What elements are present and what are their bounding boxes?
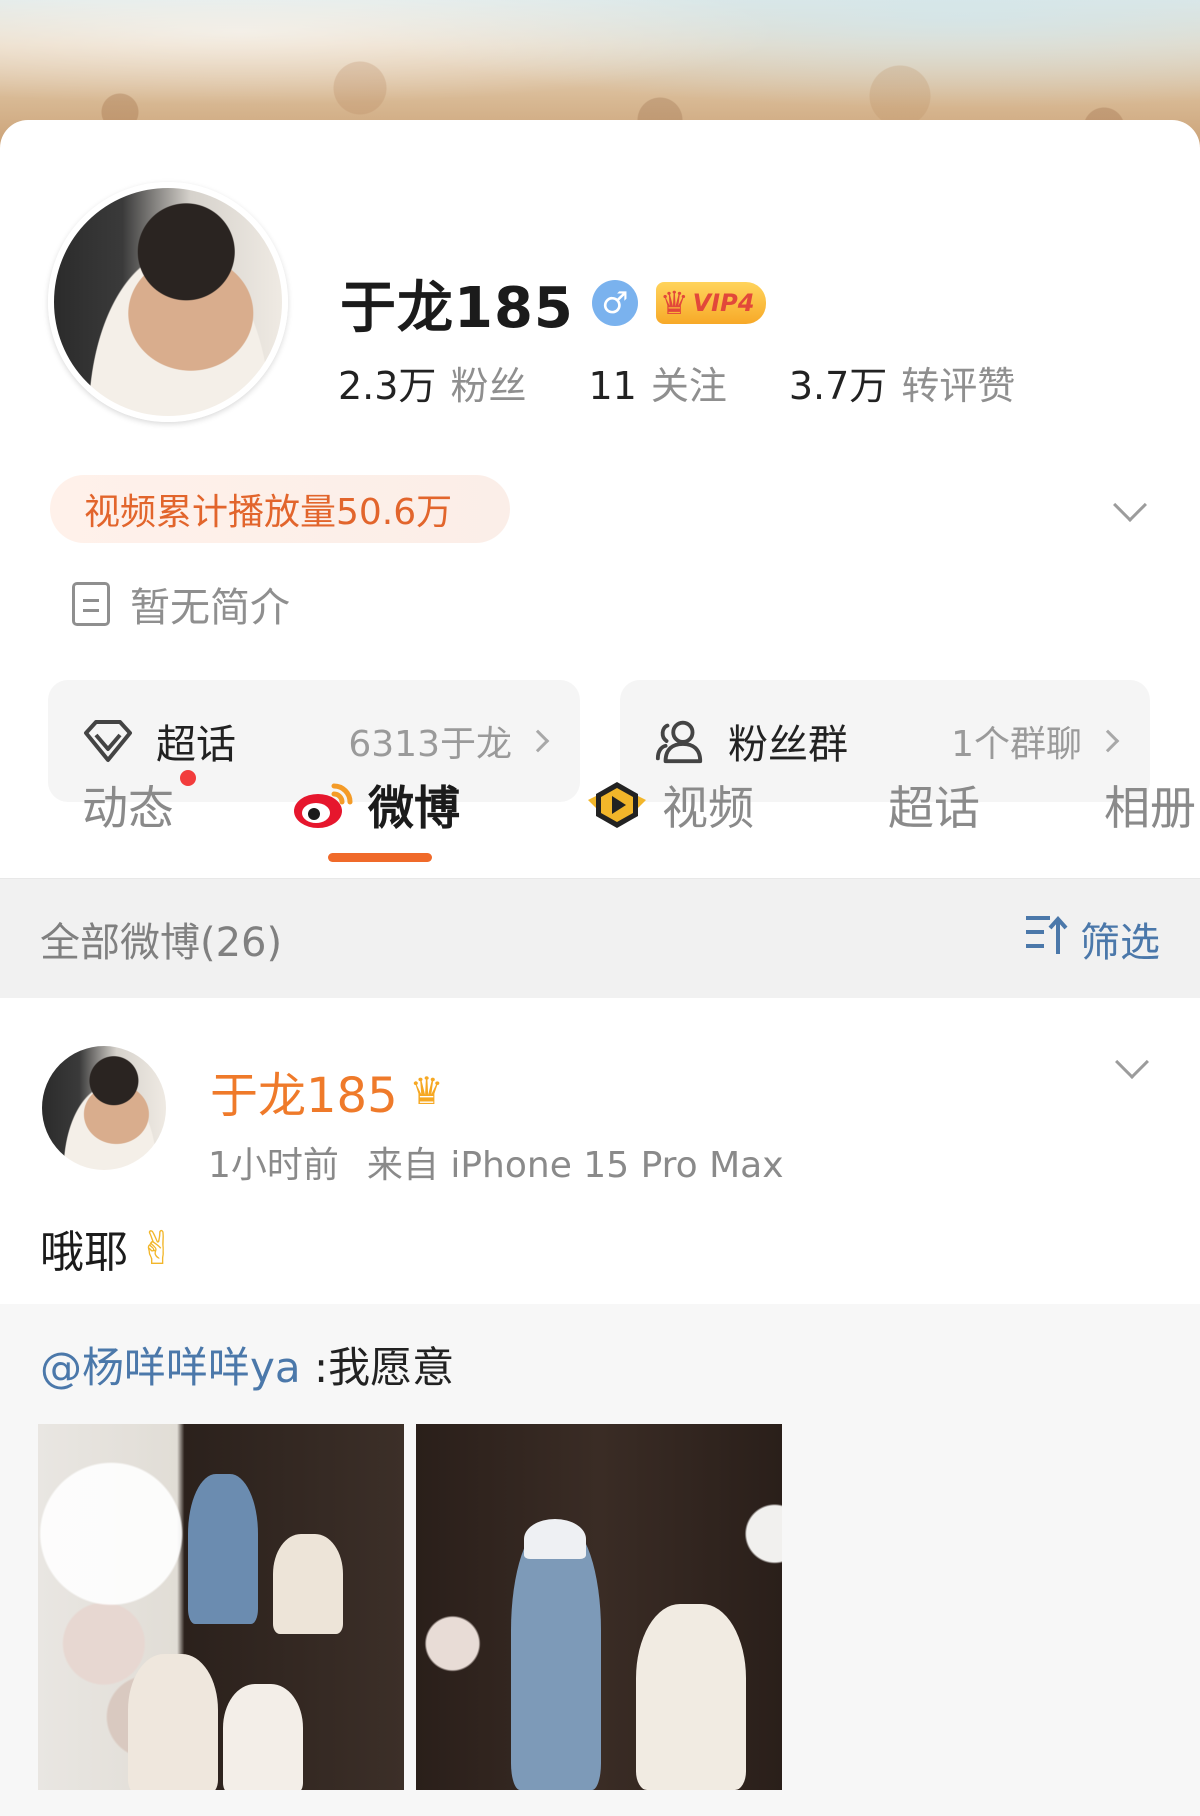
vip-badge[interactable]: ♛ VIP4 [655,282,767,324]
chevron-right-icon [526,729,550,753]
weibo-post[interactable]: 于龙185 ♛ 1小时前 来自 iPhone 15 Pro Max 哦耶 ✌ @杨… [0,998,1200,1816]
stat-label: 关注 [650,364,727,408]
stat-interactions[interactable]: 3.7万 转评赞 [789,355,1015,410]
post-text: 哦耶 [40,1227,128,1278]
tab-activity[interactable]: 动态 [82,760,174,850]
mention-link[interactable]: @杨咩咩咩ya [40,1343,301,1392]
stat-label: 粉丝 [450,364,527,408]
post-meta: 1小时前 来自 iPhone 15 Pro Max [208,1136,784,1188]
stat-value: 3.7万 [788,364,888,408]
chevron-down-icon [1115,1045,1149,1079]
filter-icon [1024,912,1070,966]
vip-crown-icon: ♛ [409,1069,444,1113]
tab-weibo[interactable]: 微博 [292,760,460,850]
repost-reference: @杨咩咩咩ya :我愿意 [40,1334,454,1395]
profile-avatar[interactable] [48,182,288,422]
image-figure [636,1604,746,1790]
stat-value: 11 [588,364,637,408]
tab-super-topic[interactable]: 超话 [888,760,980,850]
post-menu-button[interactable] [1115,1045,1149,1079]
tab-video[interactable]: 视频 [586,760,754,850]
profile-name: 于龙185 [340,275,574,341]
filter-label: 筛选 [1080,919,1160,966]
profile-tabs: 动态 微博 视频 超话 相册 [0,760,1200,880]
crown-icon: ♛ [659,284,689,322]
stat-following[interactable]: 11 关注 [588,355,726,410]
post-author[interactable]: 于龙185 ♛ [210,1056,444,1126]
post-source: 来自 iPhone 15 Pro Max [366,1145,784,1186]
post-image[interactable] [38,1424,404,1790]
chevron-down-icon [1113,488,1147,522]
victory-hand-icon: ✌ [138,1221,177,1275]
stat-label: 转评赞 [901,364,1016,408]
image-figure [273,1534,343,1634]
document-icon [72,582,110,626]
image-figure [511,1524,601,1790]
stat-value: 2.3万 [338,364,437,408]
tab-label: 视频 [662,781,754,835]
profile-stats: 2.3万 粉丝 11 关注 3.7万 转评赞 [338,355,1015,410]
post-author-avatar[interactable] [42,1046,166,1170]
vip-label: VIP4 [692,289,755,317]
active-tab-indicator [328,853,432,862]
profile-name-row: 于龙185 ♂ ♛ VIP4 [340,268,767,341]
weibo-filter-bar: 全部微博(26) 筛选 [0,878,1200,998]
male-icon: ♂ [591,280,638,326]
image-figure [128,1654,218,1790]
video-play-icon [586,780,648,830]
tab-label: 动态 [82,781,174,835]
bio-text: 暂无简介 [130,585,290,631]
tab-album[interactable]: 相册 [1104,760,1196,850]
post-image[interactable] [416,1424,782,1790]
reposted-content[interactable]: @杨咩咩咩ya :我愿意 [0,1304,1200,1816]
tab-label: 微博 [368,781,460,835]
weibo-icon [292,780,354,830]
tab-label: 相册 [1104,781,1196,835]
image-figure [188,1474,258,1624]
repost-quote: :我愿意 [300,1343,455,1392]
filter-button[interactable]: 筛选 [1024,910,1160,968]
notification-dot [180,770,196,786]
bio-row[interactable]: 暂无简介 [72,575,290,633]
all-weibo-count[interactable]: 全部微博(26) [40,910,282,968]
video-play-count-pill[interactable]: 视频累计播放量50.6万 [50,475,510,543]
image-figure [223,1684,303,1790]
post-author-name: 于龙185 [210,1068,398,1124]
expand-profile-button[interactable] [1110,488,1150,530]
post-time: 1小时前 [208,1145,339,1186]
stat-fans[interactable]: 2.3万 粉丝 [338,355,526,410]
post-body: 哦耶 ✌ [40,1216,177,1280]
chevron-right-icon [1096,729,1120,753]
image-figure [524,1519,586,1559]
tab-label: 超话 [888,781,980,835]
